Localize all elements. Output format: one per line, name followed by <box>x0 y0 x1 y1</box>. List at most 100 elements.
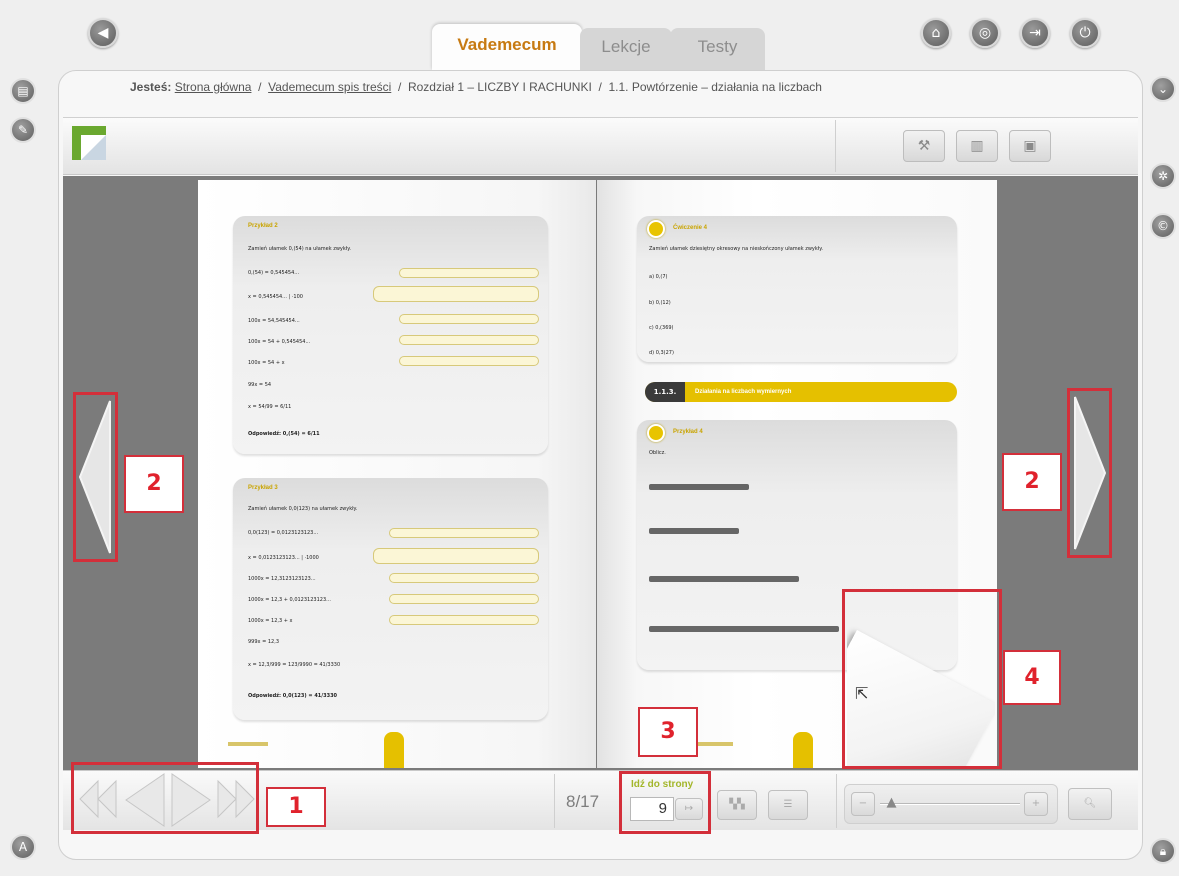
page-tab-marker <box>384 732 404 768</box>
single-page-view-button[interactable]: ☰ <box>768 790 808 820</box>
formula-line <box>649 528 739 534</box>
example-bullet-icon <box>647 424 665 442</box>
home-button[interactable]: ⌂ <box>921 18 951 48</box>
annotation-label: 3 <box>638 707 698 757</box>
zoom-slider-track[interactable] <box>880 803 1020 805</box>
section-title: Działania na liczbach wymiernych <box>695 389 792 395</box>
zoom-in-button[interactable]: + <box>1024 792 1048 816</box>
goto-page-button[interactable]: ↦ <box>675 798 703 820</box>
breadcrumb-separator: / <box>397 80 402 94</box>
help-button[interactable]: ◎ <box>970 18 1000 48</box>
formula-line <box>649 484 749 490</box>
last-page-button[interactable] <box>216 777 256 825</box>
section-bar: 1.1.3. Działania na liczbach wymiernych <box>645 382 957 402</box>
breadcrumb-separator: / <box>598 80 602 94</box>
minus-icon: − <box>858 798 868 809</box>
edit-button[interactable]: ✎ <box>10 117 36 143</box>
notes-button[interactable]: ▤ <box>10 78 36 104</box>
tab-label: Vademecum <box>457 35 557 54</box>
first-page-button[interactable] <box>78 777 118 825</box>
math-line: 0,0(123) = 0,0123123123... <box>248 530 319 536</box>
annotation-note <box>399 356 539 366</box>
exercise-bullet-icon <box>647 220 665 238</box>
example-title: Przykład 3 <box>248 485 278 491</box>
lock-button[interactable]: 🔒︎ <box>1150 838 1176 864</box>
settings-fan-icon: ✲ <box>1157 169 1169 183</box>
annotation-note <box>389 594 539 604</box>
next-page-arrow[interactable] <box>1067 388 1112 558</box>
lifebuoy-icon: ◎ <box>978 25 992 41</box>
settings-button[interactable]: ✲ <box>1150 163 1176 189</box>
math-line: 0,(54) = 0,545454... <box>248 270 300 276</box>
math-line: 100x = 54 + x <box>248 360 285 366</box>
breadcrumb-current: 1.1. Powtórzenie – działania na liczbach <box>608 80 822 94</box>
annotation-note <box>399 335 539 345</box>
zoom-fit-button[interactable]: 🔍︎ <box>1068 788 1112 820</box>
annotation-note <box>399 314 539 324</box>
breadcrumb-home-link[interactable]: Strona główna <box>175 80 252 94</box>
notes-icon: ▤ <box>17 84 29 98</box>
tab-lekcje[interactable]: Lekcje <box>580 28 672 70</box>
lock-icon: 🔒︎ <box>1159 844 1167 858</box>
exercise-item: a) 0,(7) <box>649 274 668 280</box>
tab-testy[interactable]: Testy <box>670 28 765 70</box>
prev-arrow-icon <box>78 400 111 554</box>
copyright-button[interactable]: © <box>1150 213 1176 239</box>
annotation-label: 2 <box>124 455 184 513</box>
tab-vademecum[interactable]: Vademecum <box>432 24 582 70</box>
two-page-icon: ▚▚ <box>729 799 745 810</box>
example-title: Przykład 2 <box>248 223 278 229</box>
collapse-button[interactable]: ⌄ <box>1150 76 1176 102</box>
breadcrumb-toc-link[interactable]: Vademecum spis treści <box>268 80 391 94</box>
print-button[interactable]: ▥ <box>956 130 998 162</box>
math-line: x = 54/99 = 6/11 <box>248 404 292 410</box>
annotation-note <box>389 615 539 625</box>
two-page-view-button[interactable]: ▚▚ <box>717 790 757 820</box>
zoom-out-button[interactable]: − <box>851 792 875 816</box>
goto-page-label: Idź do strony <box>631 779 694 790</box>
toolbar-divider <box>835 120 836 172</box>
copyright-icon: © <box>1157 219 1169 233</box>
power-icon: ⏻ <box>1079 25 1091 41</box>
prev-page-arrow[interactable] <box>73 392 118 562</box>
formula-line <box>649 576 799 582</box>
annotation-note <box>389 573 539 583</box>
tools-icon: ⚒ <box>917 138 931 154</box>
power-button[interactable]: ⏻ <box>1070 18 1100 48</box>
next-page-button[interactable] <box>170 772 212 832</box>
page-curl-highlight <box>842 589 1002 769</box>
example-box-2: Przykład 2 Zamień ułamek 0,(54) na ułame… <box>233 216 548 454</box>
exit-button[interactable]: ⇥ <box>1020 18 1050 48</box>
breadcrumb: Jesteś: Strona główna / Vademecum spis t… <box>130 80 822 94</box>
right-arrow-icon <box>171 773 211 827</box>
math-line: 1000x = 12,3 + x <box>248 618 293 624</box>
math-line: 1000x = 12,3123123123... <box>248 576 316 582</box>
prev-page-button[interactable] <box>124 772 166 832</box>
go-arrow-icon: ↦ <box>684 803 694 814</box>
tab-label: Lekcje <box>601 37 651 56</box>
annotation-note <box>389 528 539 538</box>
page-footer-mark <box>228 742 268 746</box>
annotation-label: 4 <box>1003 650 1061 705</box>
goto-page-input[interactable]: 9 <box>630 797 674 821</box>
math-line: x = 12,3/999 = 123/9990 = 41/3330 <box>248 662 341 668</box>
zoom-slider-handle[interactable]: ▲ <box>887 795 897 810</box>
exercise-title: Ćwiczenie 4 <box>673 225 708 231</box>
plus-icon: + <box>1031 798 1041 809</box>
formula-line <box>649 626 839 632</box>
save-button[interactable]: ▣ <box>1009 130 1051 162</box>
annotation-label: 2 <box>1002 453 1062 511</box>
annotation-label: 1 <box>266 787 326 827</box>
math-line: 100x = 54 + 0,545454... <box>248 339 311 345</box>
section-number: 1.1.3. <box>645 382 685 402</box>
user-button[interactable]: A <box>10 834 36 860</box>
page-tab-marker <box>793 732 813 768</box>
exercise-item: c) 0,(369) <box>649 325 674 331</box>
breadcrumb-separator: / <box>258 80 262 94</box>
collapse-icon: ⌄ <box>1157 82 1169 96</box>
tools-button[interactable]: ⚒ <box>903 130 945 162</box>
back-button[interactable]: ◀ <box>88 18 118 48</box>
double-right-icon <box>217 779 255 819</box>
left-page: Przykład 2 Zamień ułamek 0,(54) na ułame… <box>198 180 596 768</box>
bottom-divider <box>554 774 555 828</box>
